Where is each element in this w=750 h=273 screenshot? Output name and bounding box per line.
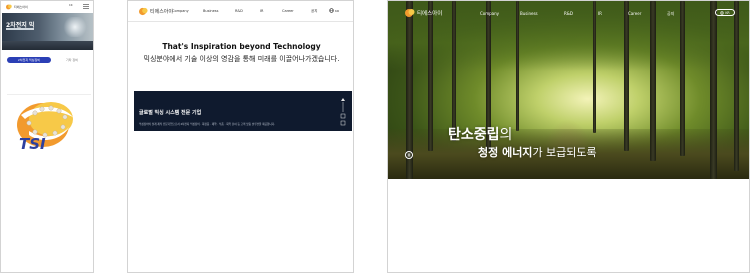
lang-label[interactable]: KR bbox=[69, 4, 73, 8]
desktop-hero-preview: 티에스아이 Company Business R&D IR Career 공지 … bbox=[387, 0, 750, 273]
hero-headline-line1: 탄소중립의 bbox=[448, 124, 512, 144]
hero-line1-bold: 탄소중립 bbox=[448, 127, 500, 143]
nav-career[interactable]: Career bbox=[282, 9, 294, 13]
logo-text: 티에스아이 bbox=[417, 11, 443, 17]
hero-headline-line2: 청정 에너지가 보급되도록 bbox=[478, 144, 597, 160]
nav-notice[interactable]: 공지 bbox=[667, 11, 674, 17]
nav-career[interactable]: Career bbox=[628, 11, 641, 16]
pause-button[interactable] bbox=[405, 151, 413, 159]
tsi-logo-icon: TSI bbox=[17, 102, 73, 153]
logo-text: 티에스아이 bbox=[14, 4, 28, 9]
logo-mark-icon bbox=[139, 7, 148, 16]
secondary-category-button[interactable]: 기타 장비 bbox=[59, 57, 85, 63]
scroll-indicator-icon[interactable] bbox=[340, 96, 346, 128]
nav-company[interactable]: Company bbox=[480, 11, 499, 16]
band-title: 글로벌 믹싱 시스템 전문 기업 bbox=[139, 110, 202, 116]
mobile-header: 티에스아이 KR bbox=[1, 1, 93, 13]
lang-switch[interactable]: KR bbox=[715, 9, 735, 16]
nav-rnd[interactable]: R&D bbox=[235, 9, 243, 13]
globe-icon bbox=[720, 10, 725, 15]
primary-category-button[interactable]: 2차전지 믹싱장비 bbox=[7, 57, 51, 63]
nav-ir[interactable]: IR bbox=[260, 9, 263, 13]
tsi-logo-text: TSI bbox=[19, 135, 46, 151]
pause-icon bbox=[407, 153, 411, 157]
tsi-logo-card: TSI bbox=[7, 94, 91, 153]
nav-notice[interactable]: 공지 bbox=[311, 9, 317, 14]
logo-mark-icon bbox=[405, 9, 415, 17]
band-description: 믹싱장비의 설계 제작 전문기업으로서 2차전지 믹싱장비 · 화장품 · 제약… bbox=[139, 123, 275, 126]
logo-mark-icon bbox=[6, 4, 12, 10]
mobile-hero-image bbox=[2, 13, 93, 50]
lang-label: KR bbox=[725, 10, 730, 15]
mobile-preview: 티에스아이 KR 2차전지 믹 2차전지 믹싱장비 기타 장비 TSI bbox=[0, 0, 94, 273]
subline: 믹싱분야에서 기술 이상의 영감을 통해 미래를 이끌어나가겠습니다. bbox=[143, 55, 340, 63]
side-controls bbox=[340, 96, 346, 128]
headline: That's Inspiration beyond Technology bbox=[162, 42, 321, 51]
nav-ir[interactable]: IR bbox=[598, 11, 602, 16]
lang-label: KR bbox=[335, 8, 340, 13]
hero-logo[interactable]: 티에스아이 bbox=[405, 8, 442, 18]
hero-line2-light: 가 보급되도록 bbox=[532, 146, 597, 159]
mobile-hero-subline bbox=[6, 28, 34, 30]
nav-rnd[interactable]: R&D bbox=[564, 11, 573, 16]
desktop-preview: 티에스아이 Company Business R&D IR Career 공지 … bbox=[127, 0, 354, 273]
nav-business[interactable]: Business bbox=[520, 11, 538, 16]
hero-line1-light: 의 bbox=[499, 127, 513, 143]
globe-icon bbox=[329, 8, 334, 13]
mobile-logo[interactable]: 티에스아이 bbox=[6, 4, 28, 10]
lang-switch[interactable]: KR bbox=[329, 8, 339, 13]
nav-company[interactable]: Company bbox=[172, 9, 189, 13]
menu-icon[interactable] bbox=[83, 4, 89, 9]
desktop-logo[interactable]: 티에스아이 bbox=[139, 7, 173, 16]
nav-business[interactable]: Business bbox=[203, 9, 218, 13]
desktop-header: 티에스아이 Company Business R&D IR Career 공지 … bbox=[128, 1, 353, 22]
logo-text: 티에스아이 bbox=[150, 9, 174, 15]
hero-line2-bold: 청정 에너지 bbox=[478, 146, 533, 159]
